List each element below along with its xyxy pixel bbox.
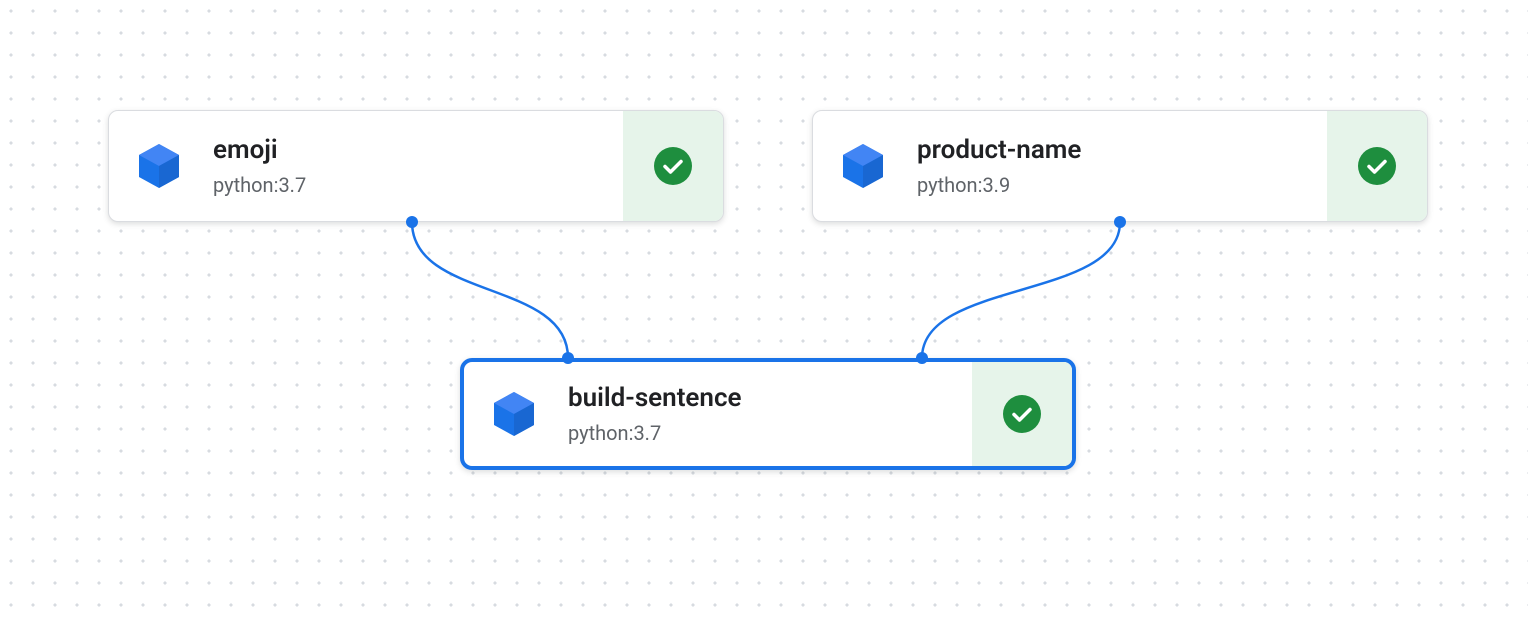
node-title: build-sentence xyxy=(568,383,972,414)
node-subtitle: python:3.7 xyxy=(568,421,972,445)
node-title: product-name xyxy=(917,135,1327,166)
status-badge xyxy=(1327,111,1427,221)
cube-icon xyxy=(109,111,209,221)
port-build-sentence-in-left[interactable] xyxy=(562,352,574,364)
pipeline-canvas[interactable]: emoji python:3.7 product-name python:3.9 xyxy=(0,0,1528,624)
node-subtitle: python:3.9 xyxy=(917,173,1327,197)
edge-product-name-to-build-sentence xyxy=(922,222,1120,358)
status-badge xyxy=(972,362,1072,466)
cube-icon xyxy=(813,111,913,221)
node-title: emoji xyxy=(213,135,623,166)
check-icon xyxy=(1003,395,1041,433)
check-icon xyxy=(654,147,692,185)
node-product-name[interactable]: product-name python:3.9 xyxy=(812,110,1428,222)
port-product-name-out[interactable] xyxy=(1114,216,1126,228)
port-build-sentence-in-right[interactable] xyxy=(916,352,928,364)
node-build-sentence[interactable]: build-sentence python:3.7 xyxy=(460,358,1076,470)
node-emoji[interactable]: emoji python:3.7 xyxy=(108,110,724,222)
status-badge xyxy=(623,111,723,221)
node-subtitle: python:3.7 xyxy=(213,173,623,197)
cube-icon xyxy=(464,362,564,466)
port-emoji-out[interactable] xyxy=(406,216,418,228)
edge-emoji-to-build-sentence xyxy=(412,222,568,358)
check-icon xyxy=(1358,147,1396,185)
edge-layer xyxy=(0,0,1528,624)
